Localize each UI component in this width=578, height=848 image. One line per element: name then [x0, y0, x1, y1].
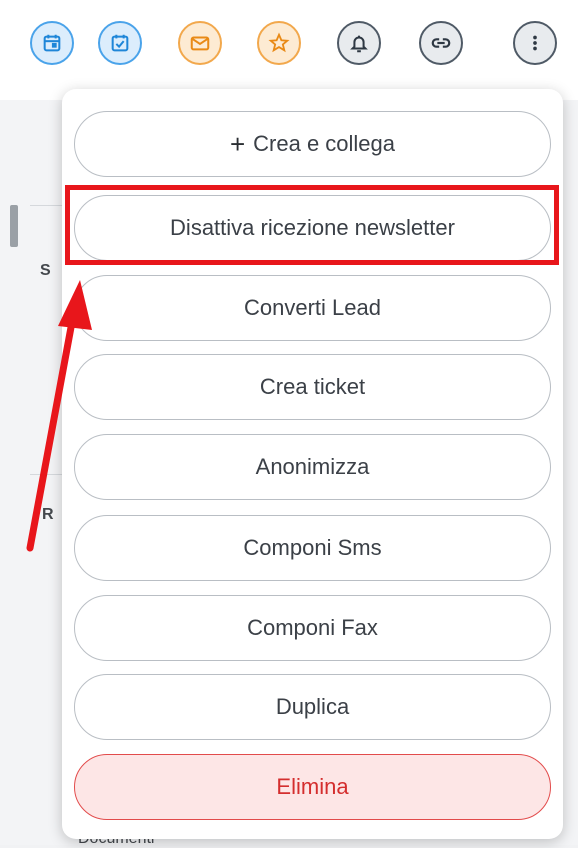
menu-item-label: Converti Lead	[244, 295, 381, 320]
star-icon	[268, 32, 290, 53]
background-section-label: R	[42, 506, 54, 523]
menu-item-duplica[interactable]: Duplica	[74, 674, 551, 740]
menu-item-anonimizza[interactable]: Anonimizza	[74, 434, 551, 500]
menu-item-label: Componi Sms	[243, 535, 382, 560]
link-icon	[431, 38, 451, 48]
menu-item-componi-fax[interactable]: Componi Fax	[74, 595, 551, 661]
notification-button[interactable]	[337, 21, 381, 65]
menu-item-label: Anonimizza	[255, 454, 370, 479]
menu-item-converti-lead[interactable]: Converti Lead	[74, 275, 551, 341]
menu-item-label: Componi Fax	[247, 615, 378, 640]
background-section-label: S	[40, 262, 51, 279]
mail-icon	[190, 36, 210, 51]
more-vertical-icon	[533, 35, 537, 51]
favorite-button[interactable]	[257, 21, 301, 65]
calendar-button[interactable]	[30, 21, 74, 65]
task-button[interactable]	[98, 21, 142, 65]
task-check-icon	[111, 34, 129, 52]
menu-item-label: Elimina	[276, 774, 349, 799]
more-button[interactable]	[513, 21, 557, 65]
menu-item-label: Duplica	[275, 694, 350, 719]
menu-item-elimina[interactable]: Elimina	[74, 754, 551, 820]
background-scrollbar	[10, 205, 18, 247]
menu-item-componi-sms[interactable]: Componi Sms	[74, 515, 551, 581]
bell-icon	[350, 35, 368, 53]
mail-button[interactable]	[178, 21, 222, 65]
menu-item-label: Crea e collega	[253, 131, 396, 156]
menu-item-label: Crea ticket	[259, 374, 366, 399]
link-button[interactable]	[419, 21, 463, 65]
action-toolbar	[0, 21, 578, 69]
menu-item-crea-e-collega[interactable]: + Crea e collega	[74, 111, 551, 177]
highlight-box	[65, 185, 559, 265]
plus-icon: +	[229, 128, 246, 159]
calendar-icon	[43, 34, 61, 52]
menu-item-crea-ticket[interactable]: Crea ticket	[74, 354, 551, 420]
